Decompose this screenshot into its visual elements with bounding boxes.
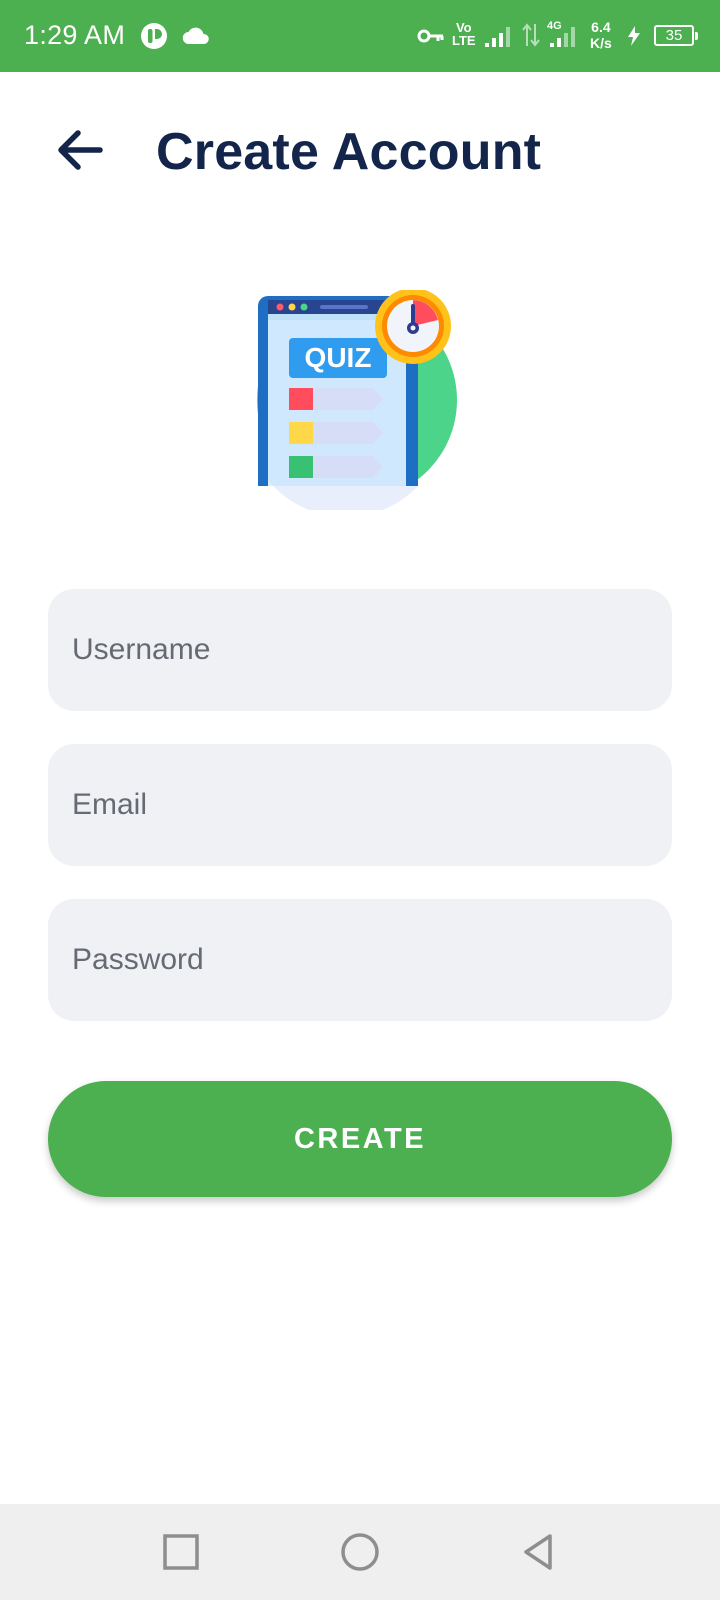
network-speed-unit: K/s [590,35,612,51]
email-field[interactable] [48,744,672,866]
triangle-back-icon [524,1534,552,1570]
create-account-screen: 1:29 AM Vo LTE 4G 6.4 K/s 35 Create Acco… [0,0,720,1600]
back-button[interactable] [50,125,110,175]
username-field[interactable] [48,589,672,711]
status-time: 1:29 AM [24,20,126,50]
email-input[interactable] [48,744,672,866]
password-field[interactable] [48,899,672,1021]
charging-icon [627,26,641,51]
cloud-icon [181,24,211,51]
quiz-illustration: QUIZ [250,288,470,517]
nav-back-button[interactable] [516,1528,564,1576]
network-speed: 6.4 K/s [590,19,612,51]
app-notification-icon [140,22,168,55]
volte-badge: Vo LTE [452,21,476,47]
username-input[interactable] [48,589,672,711]
quiz-label: QUIZ [305,342,372,373]
recents-button[interactable] [157,1528,205,1576]
battery-indicator: 35 [654,25,698,46]
vpn-key-icon [417,27,445,50]
arrow-left-icon [58,130,103,170]
circle-icon [341,1533,379,1571]
password-input[interactable] [48,899,672,1021]
status-bar: 1:29 AM Vo LTE 4G 6.4 K/s 35 [0,0,720,72]
signal-strength-icon [484,24,514,53]
volte-bottom-text: LTE [452,33,476,48]
network-speed-value: 6.4 [591,19,611,35]
home-button[interactable] [336,1528,384,1576]
create-button[interactable]: CREATE [48,1081,672,1197]
data-transfer-icon [521,22,541,53]
system-nav-bar [0,1504,720,1600]
page-title: Create Account [156,123,542,181]
square-icon [163,1534,199,1570]
signal-strength-4g-icon [549,24,579,53]
